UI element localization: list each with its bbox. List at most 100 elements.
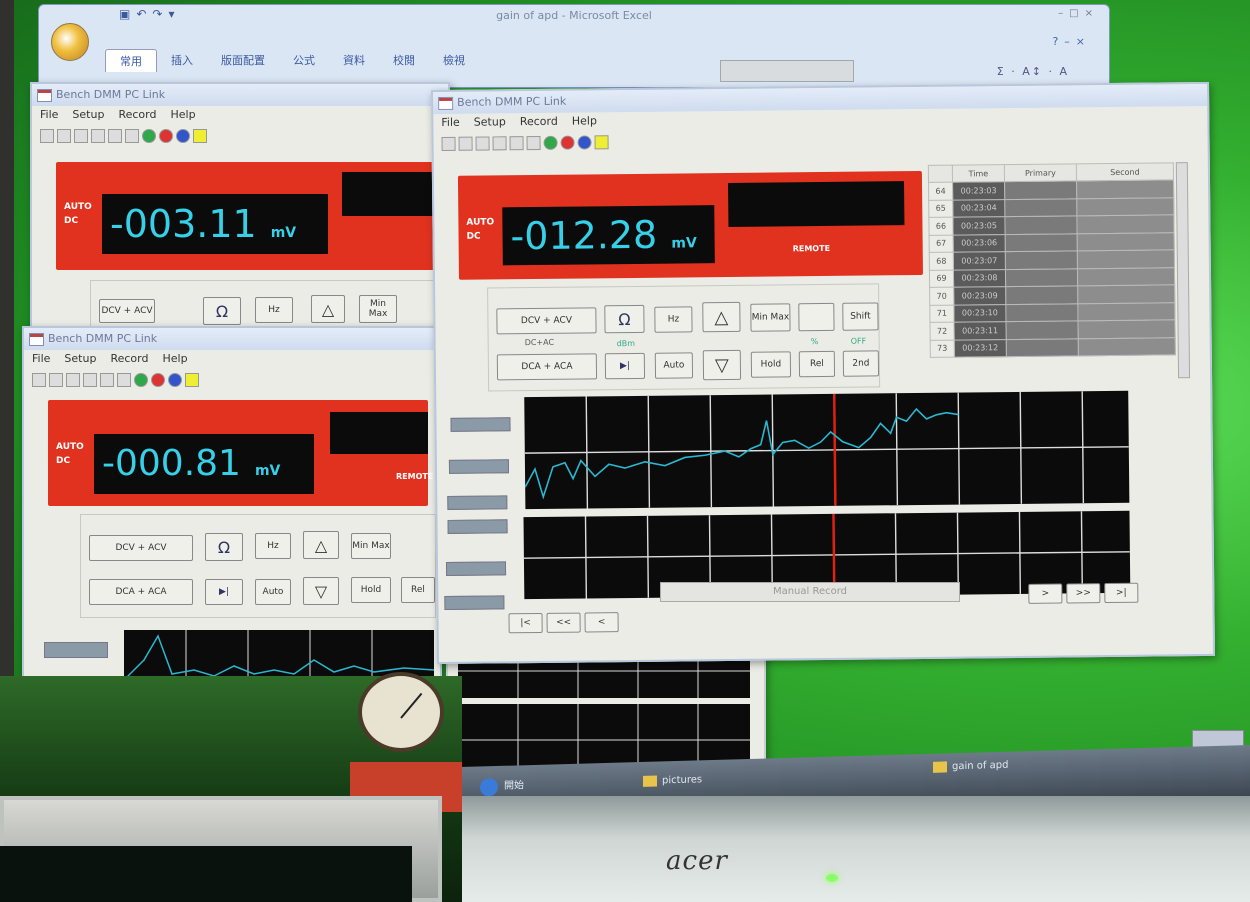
ribbon-tab[interactable]: 校閱: [379, 49, 429, 72]
menu-file[interactable]: File: [40, 106, 58, 124]
first-button[interactable]: |<: [508, 612, 543, 634]
auto-button[interactable]: Auto: [654, 352, 694, 379]
menu-record[interactable]: Record: [118, 106, 156, 124]
stop-icon[interactable]: [159, 129, 173, 143]
range-down-button[interactable]: ▽: [303, 577, 339, 605]
hz-button[interactable]: Hz: [255, 533, 291, 559]
help-icon[interactable]: [185, 373, 199, 387]
new-icon[interactable]: [40, 129, 54, 143]
pause-icon[interactable]: [176, 129, 190, 143]
save-icon[interactable]: [475, 136, 490, 151]
rel-button[interactable]: Rel: [798, 350, 836, 378]
menu-file[interactable]: File: [32, 350, 50, 368]
ohm-button[interactable]: Ω: [205, 533, 243, 561]
menu-setup[interactable]: Setup: [474, 113, 506, 131]
rel-button[interactable]: Rel: [401, 577, 435, 603]
taskbar-item[interactable]: pictures: [640, 770, 702, 792]
stop-icon[interactable]: [560, 135, 575, 150]
minmax-button[interactable]: Min Max: [750, 303, 791, 332]
ribbon-tab[interactable]: 常用: [105, 49, 157, 72]
excel-window-controls[interactable]: –□×: [1058, 8, 1099, 19]
run-icon[interactable]: [142, 129, 156, 143]
open-icon[interactable]: [49, 373, 63, 387]
diode-button[interactable]: ▶|: [205, 579, 243, 605]
ribbon-tab[interactable]: 公式: [279, 49, 329, 72]
ribbon-tab[interactable]: 資料: [329, 49, 379, 72]
ribbon-tab[interactable]: 插入: [157, 49, 207, 72]
hold-button[interactable]: Hold: [750, 351, 792, 378]
hold-button[interactable]: Hold: [351, 577, 391, 603]
auto-button[interactable]: Auto: [255, 579, 291, 605]
open-icon[interactable]: [57, 129, 71, 143]
graph-scale-label: [447, 519, 508, 534]
minmax-button[interactable]: Min Max: [351, 533, 391, 559]
table-icon[interactable]: [509, 136, 524, 151]
ribbon-tools[interactable]: Σ · A↕ · A: [997, 65, 1069, 78]
stop-icon[interactable]: [151, 373, 165, 387]
menu-help[interactable]: Help: [170, 106, 195, 124]
run-icon[interactable]: [134, 373, 148, 387]
range-down-button[interactable]: ▽: [702, 349, 742, 381]
help-icon[interactable]: [193, 129, 207, 143]
table-scrollbar[interactable]: [1175, 162, 1191, 379]
blank-button[interactable]: [798, 302, 835, 332]
print-icon[interactable]: [492, 136, 507, 151]
chart-icon[interactable]: [125, 129, 139, 143]
next-button[interactable]: >: [1028, 583, 1063, 604]
ohm-button[interactable]: Ω: [604, 304, 645, 334]
range-up-button[interactable]: △: [702, 301, 741, 333]
save-icon[interactable]: [74, 129, 88, 143]
range-up-button[interactable]: △: [303, 531, 339, 559]
ribbon-tab[interactable]: 檢視: [429, 49, 479, 72]
chart-icon[interactable]: [526, 135, 541, 151]
prev-button[interactable]: <: [584, 612, 619, 633]
hz-button[interactable]: Hz: [654, 306, 693, 333]
chart-icon[interactable]: [117, 373, 131, 387]
col-second[interactable]: Second: [1076, 162, 1174, 181]
dcv-acv-button[interactable]: DCV + ACV: [496, 307, 597, 335]
shift-button[interactable]: Shift: [842, 302, 879, 331]
rewind-button[interactable]: <<: [546, 612, 581, 633]
pause-icon[interactable]: [577, 135, 592, 150]
quick-access-toolbar[interactable]: ▣↶↷▾: [119, 7, 180, 21]
new-icon[interactable]: [32, 373, 46, 387]
menu-setup[interactable]: Setup: [72, 106, 104, 124]
diode-button[interactable]: ▶|: [604, 352, 646, 380]
minmax-button[interactable]: Min Max: [359, 295, 397, 323]
office-button[interactable]: [51, 23, 89, 61]
menu-file[interactable]: File: [441, 114, 460, 132]
save-icon[interactable]: [66, 373, 80, 387]
menu-record[interactable]: Record: [110, 350, 148, 368]
last-button[interactable]: >|: [1104, 582, 1139, 604]
help-icon[interactable]: [594, 135, 609, 150]
ribbon-tab[interactable]: 版面配置: [207, 49, 279, 72]
open-icon[interactable]: [458, 136, 473, 151]
menu-setup[interactable]: Setup: [64, 350, 96, 368]
ohm-button[interactable]: Ω: [203, 297, 241, 325]
dca-aca-button[interactable]: DCA + ACA: [496, 353, 598, 381]
dcv-acv-button[interactable]: DCV + ACV: [89, 535, 193, 561]
range-up-button[interactable]: △: [311, 295, 345, 323]
taskbar-item[interactable]: gain of apd: [930, 756, 1008, 778]
col-primary[interactable]: Primary: [1004, 163, 1077, 182]
new-icon[interactable]: [441, 136, 456, 151]
table-icon[interactable]: [100, 373, 114, 387]
menu-help[interactable]: Help: [162, 350, 187, 368]
hz-button[interactable]: Hz: [255, 297, 293, 323]
menu-record[interactable]: Record: [520, 113, 558, 131]
forward-button[interactable]: >>: [1066, 583, 1101, 604]
table-icon[interactable]: [108, 129, 122, 143]
pause-icon[interactable]: [168, 373, 182, 387]
dcv-acv-button[interactable]: DCV + ACV: [99, 299, 155, 323]
run-icon[interactable]: [543, 135, 558, 150]
col-time[interactable]: Time: [952, 164, 1005, 183]
second-function-button[interactable]: 2nd: [842, 350, 880, 377]
help-icon[interactable]: ?–×: [1052, 35, 1091, 48]
print-icon[interactable]: [83, 373, 97, 387]
menu-help[interactable]: Help: [572, 112, 597, 130]
start-button[interactable]: 開始: [480, 775, 524, 798]
dca-aca-button[interactable]: DCA + ACA: [89, 579, 193, 605]
manual-record-button[interactable]: Manual Record: [660, 582, 960, 602]
table-row[interactable]: 73 00:23:12: [930, 337, 1176, 358]
print-icon[interactable]: [91, 129, 105, 143]
